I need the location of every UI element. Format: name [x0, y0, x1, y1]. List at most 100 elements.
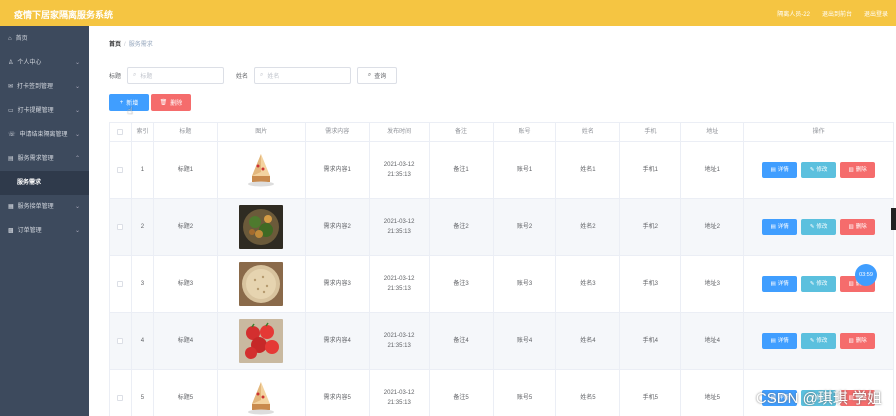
note-cell: 备注2: [429, 199, 494, 255]
sidebar-item-label: 打卡签到管理: [17, 84, 54, 90]
tomato-image: [239, 319, 284, 363]
query-button[interactable]: ⌕ 查询: [357, 67, 398, 84]
title-search-input[interactable]: ⌕ 标题: [127, 67, 225, 84]
address-cell: 地址5: [681, 370, 745, 416]
delete-label: 删除: [855, 224, 867, 230]
row-checkbox[interactable]: [117, 338, 124, 344]
image-cell: [217, 313, 306, 369]
sidebar-item-label: 服务需求管理: [17, 156, 54, 162]
sidebar-item-home[interactable]: ⌂ 首页: [0, 27, 89, 51]
column-header: 发布时间: [370, 123, 430, 141]
sidebar-item-orders[interactable]: ▩ 订单管理 ⌄: [0, 219, 89, 243]
delete-button[interactable]: ▥删除: [840, 219, 876, 235]
content-cell: 需求内容3: [306, 256, 370, 312]
account-cell: 账号1: [494, 142, 557, 198]
row-select-cell: [110, 370, 132, 416]
sidebar-item-end-isolation[interactable]: ☏ 申请结束隔离管理 ⌄: [0, 123, 89, 147]
select-all-checkbox[interactable]: [117, 129, 124, 135]
breadcrumb-home[interactable]: 首页: [109, 42, 121, 48]
edit-icon: ✎: [809, 281, 815, 287]
row-select-cell: [110, 313, 132, 369]
chevron-down-icon: ⌄: [74, 84, 80, 90]
main-content: 首页 / 服务需求 标题 ⌕ 标题 姓名 ⌕ 姓名 ⌕ 查询 + 新增 🗑 删除 ☝: [89, 26, 896, 416]
name-label: 姓名: [236, 74, 249, 80]
chevron-down-icon: ⌄: [74, 60, 80, 66]
edit-button[interactable]: ✎ 修改: [801, 219, 837, 235]
side-scroll-tab[interactable]: [891, 208, 896, 230]
time-cell: 2021-03-12 21:35:13: [370, 142, 430, 198]
logout-link[interactable]: 退出登录: [864, 9, 888, 18]
row-checkbox[interactable]: [117, 281, 124, 287]
doc-icon: ▤: [770, 224, 776, 230]
edit-button[interactable]: ✎ 修改: [801, 333, 837, 349]
row-select-cell: [110, 199, 132, 255]
sidebar-item-service-demand[interactable]: ▤ 服务需求管理 ⌃: [0, 147, 89, 171]
ops-cell: ▤详情 ✎修改 ▥删除: [744, 142, 895, 198]
breadcrumb: 首页 / 服务需求: [109, 39, 153, 48]
image-cell: [218, 256, 306, 312]
top-right-links: 隔离人员-22 退出到前台 退出登录: [777, 9, 888, 18]
index-cell: 4: [131, 313, 154, 369]
timer-badge[interactable]: 03:59: [855, 264, 877, 286]
select-all-cell[interactable]: [110, 123, 132, 141]
delete-label: 删除: [855, 167, 867, 173]
app-title: 疫情下居家隔离服务系统: [14, 10, 114, 20]
sidebar-item-label: 个人中心: [17, 60, 42, 66]
mail-icon: ✉: [8, 84, 14, 90]
back-to-front-link[interactable]: 退出到前台: [822, 9, 852, 18]
table-header: 索引 标题 图片 需求内容 发布时间 备注 账号 姓名 手机 地址 操作: [110, 123, 895, 142]
name-cell: 姓名5: [556, 370, 621, 416]
time-cell: 2021-03-12 21:35:13: [369, 313, 430, 369]
data-table: 索引 标题 图片 需求内容 发布时间 备注 账号 姓名 手机 地址 操作 1 标…: [109, 122, 895, 416]
column-header: 手机: [620, 123, 682, 141]
row-checkbox[interactable]: [117, 395, 124, 401]
sidebar-item-checkin[interactable]: ✉ 打卡签到管理 ⌄: [0, 75, 89, 99]
address-cell: 地址3: [681, 256, 745, 312]
trash-icon: ▥: [848, 167, 854, 173]
chevron-down-icon: ⌄: [74, 132, 80, 138]
edit-button[interactable]: ✎ 修改: [801, 276, 837, 292]
cake-image: [239, 376, 284, 416]
batch-delete-button[interactable]: 🗑 删除: [151, 94, 191, 111]
delete-label: 删除: [855, 338, 867, 344]
chat-icon: ▭: [8, 108, 14, 114]
cake-image: [239, 148, 284, 192]
name-search-input[interactable]: ⌕ 姓名: [254, 67, 352, 84]
row-checkbox[interactable]: [117, 224, 124, 230]
sidebar-item-profile[interactable]: ♙ 个人中心 ⌄: [0, 51, 89, 75]
title-placeholder: 标题: [140, 74, 153, 80]
apps-icon: ▩: [8, 228, 14, 234]
detail-button[interactable]: ▤ 详情: [762, 276, 798, 292]
sidebar: ⌂ 首页 ♙ 个人中心 ⌄ ✉ 打卡签到管理 ⌄ ▭ 打卡提醒管理 ⌄ ☏ 申请…: [0, 26, 89, 416]
title-cell: 标题3: [154, 256, 218, 312]
column-header: 索引: [132, 123, 154, 141]
chevron-down-icon: ⌄: [74, 108, 80, 114]
phone-cell: 手机1: [620, 142, 682, 198]
name-cell: 姓名3: [556, 256, 621, 312]
delete-button[interactable]: ▥删除: [840, 162, 876, 178]
content-cell: 需求内容1: [306, 142, 370, 198]
title-label: 标题: [109, 74, 122, 80]
phone-cell: 手机5: [620, 370, 682, 416]
delete-button[interactable]: ▥删除: [840, 333, 876, 349]
table-row: 4 标题4 需求内容4 2021-03-12 21:35:13 备注4 账号4 …: [110, 313, 895, 370]
detail-button[interactable]: ▤ 详情: [762, 162, 798, 178]
sidebar-subitem-service-demand[interactable]: 服务需求: [0, 171, 89, 195]
detail-label: 详情: [777, 281, 789, 287]
row-checkbox[interactable]: [117, 167, 124, 173]
chevron-up-icon: ⌃: [74, 156, 80, 162]
column-header: 账号: [494, 123, 557, 141]
address-cell: 地址2: [681, 199, 745, 255]
trash-icon: 🗑: [159, 100, 168, 106]
name-placeholder: 姓名: [267, 74, 280, 80]
note-cell: 备注5: [430, 370, 494, 416]
phone-cell: 手机4: [620, 313, 682, 369]
detail-button[interactable]: ▤ 详情: [762, 219, 798, 235]
title-cell: 标题5: [154, 370, 218, 416]
current-user: 隔离人员-22: [777, 12, 810, 18]
edit-button[interactable]: ✎ 修改: [801, 162, 837, 178]
sidebar-item-service-order[interactable]: ▦ 服务接单管理 ⌄: [0, 195, 89, 219]
sidebar-item-reminder[interactable]: ▭ 打卡提醒管理 ⌄: [0, 99, 89, 123]
index-cell: 2: [131, 199, 154, 255]
detail-button[interactable]: ▤ 详情: [762, 333, 798, 349]
